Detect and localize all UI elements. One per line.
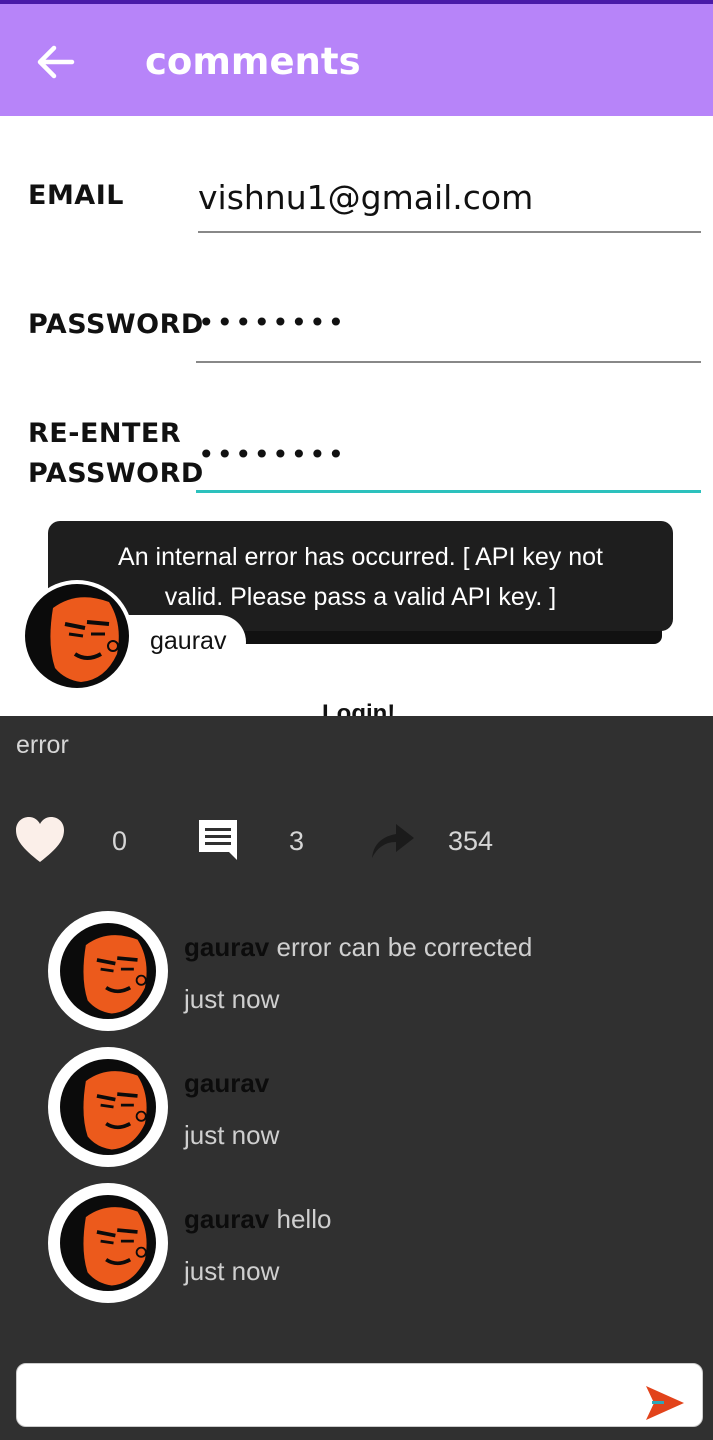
app-bar: comments — [0, 4, 713, 116]
avatar[interactable] — [21, 580, 133, 692]
comment-time: just now — [184, 984, 280, 1014]
post-text: error — [16, 731, 69, 759]
avatar-art-icon — [83, 1207, 147, 1286]
email-field[interactable]: vishnu1@gmail.com — [198, 178, 533, 217]
comment-avatar[interactable] — [48, 1047, 168, 1167]
like-button[interactable] — [14, 816, 66, 864]
avatar-art-icon — [83, 935, 147, 1014]
page-title: comments — [145, 40, 361, 83]
comment-count: 3 — [289, 826, 305, 856]
password-underline — [196, 361, 701, 363]
comment-time: just now — [184, 1256, 280, 1286]
share-count: 354 — [448, 826, 494, 856]
comment-button[interactable] — [197, 818, 241, 862]
email-underline — [198, 231, 701, 233]
like-count: 0 — [112, 826, 128, 856]
toast-line-2: valid. Please pass a valid API key. ] — [164, 583, 557, 611]
share-button[interactable] — [368, 818, 416, 860]
comment-icon — [199, 820, 237, 860]
comment-username[interactable]: gaurav — [184, 1204, 269, 1234]
comment-avatar[interactable] — [48, 1183, 168, 1303]
post-author-name[interactable]: gaurav — [150, 627, 226, 656]
password-label: PASSWORD — [28, 309, 204, 340]
comment-line: gaurav error can be corrected — [184, 932, 532, 963]
avatar-art-icon — [50, 597, 119, 682]
comment-line: gaurav — [184, 1068, 269, 1099]
heart-icon — [16, 817, 64, 862]
reenter-password-field[interactable]: •••••••• — [198, 438, 346, 471]
comment-input[interactable] — [16, 1363, 703, 1427]
share-icon — [372, 824, 414, 858]
send-button[interactable] — [644, 1384, 686, 1422]
password-field[interactable]: •••••••• — [198, 306, 346, 339]
arrow-left-icon — [37, 45, 75, 79]
avatar-art-icon — [83, 1071, 147, 1150]
comment-text: hello — [276, 1204, 332, 1234]
comment-line: gaurav hello — [184, 1204, 331, 1235]
comment-username[interactable]: gaurav — [184, 932, 269, 962]
reenter-label-line2: PASSWORD — [28, 458, 204, 489]
back-button[interactable] — [30, 40, 82, 84]
comment-time: just now — [184, 1120, 280, 1150]
comment-text: error can be corrected — [276, 932, 533, 962]
comment-username[interactable]: gaurav — [184, 1068, 269, 1098]
toast-line-1: An internal error has occurred. [ API ke… — [118, 543, 603, 571]
comment-avatar[interactable] — [48, 911, 168, 1031]
reenter-underline — [196, 490, 701, 493]
reenter-label-line1: RE-ENTER — [28, 418, 182, 449]
email-label: EMAIL — [28, 180, 124, 211]
send-icon — [646, 1386, 684, 1420]
